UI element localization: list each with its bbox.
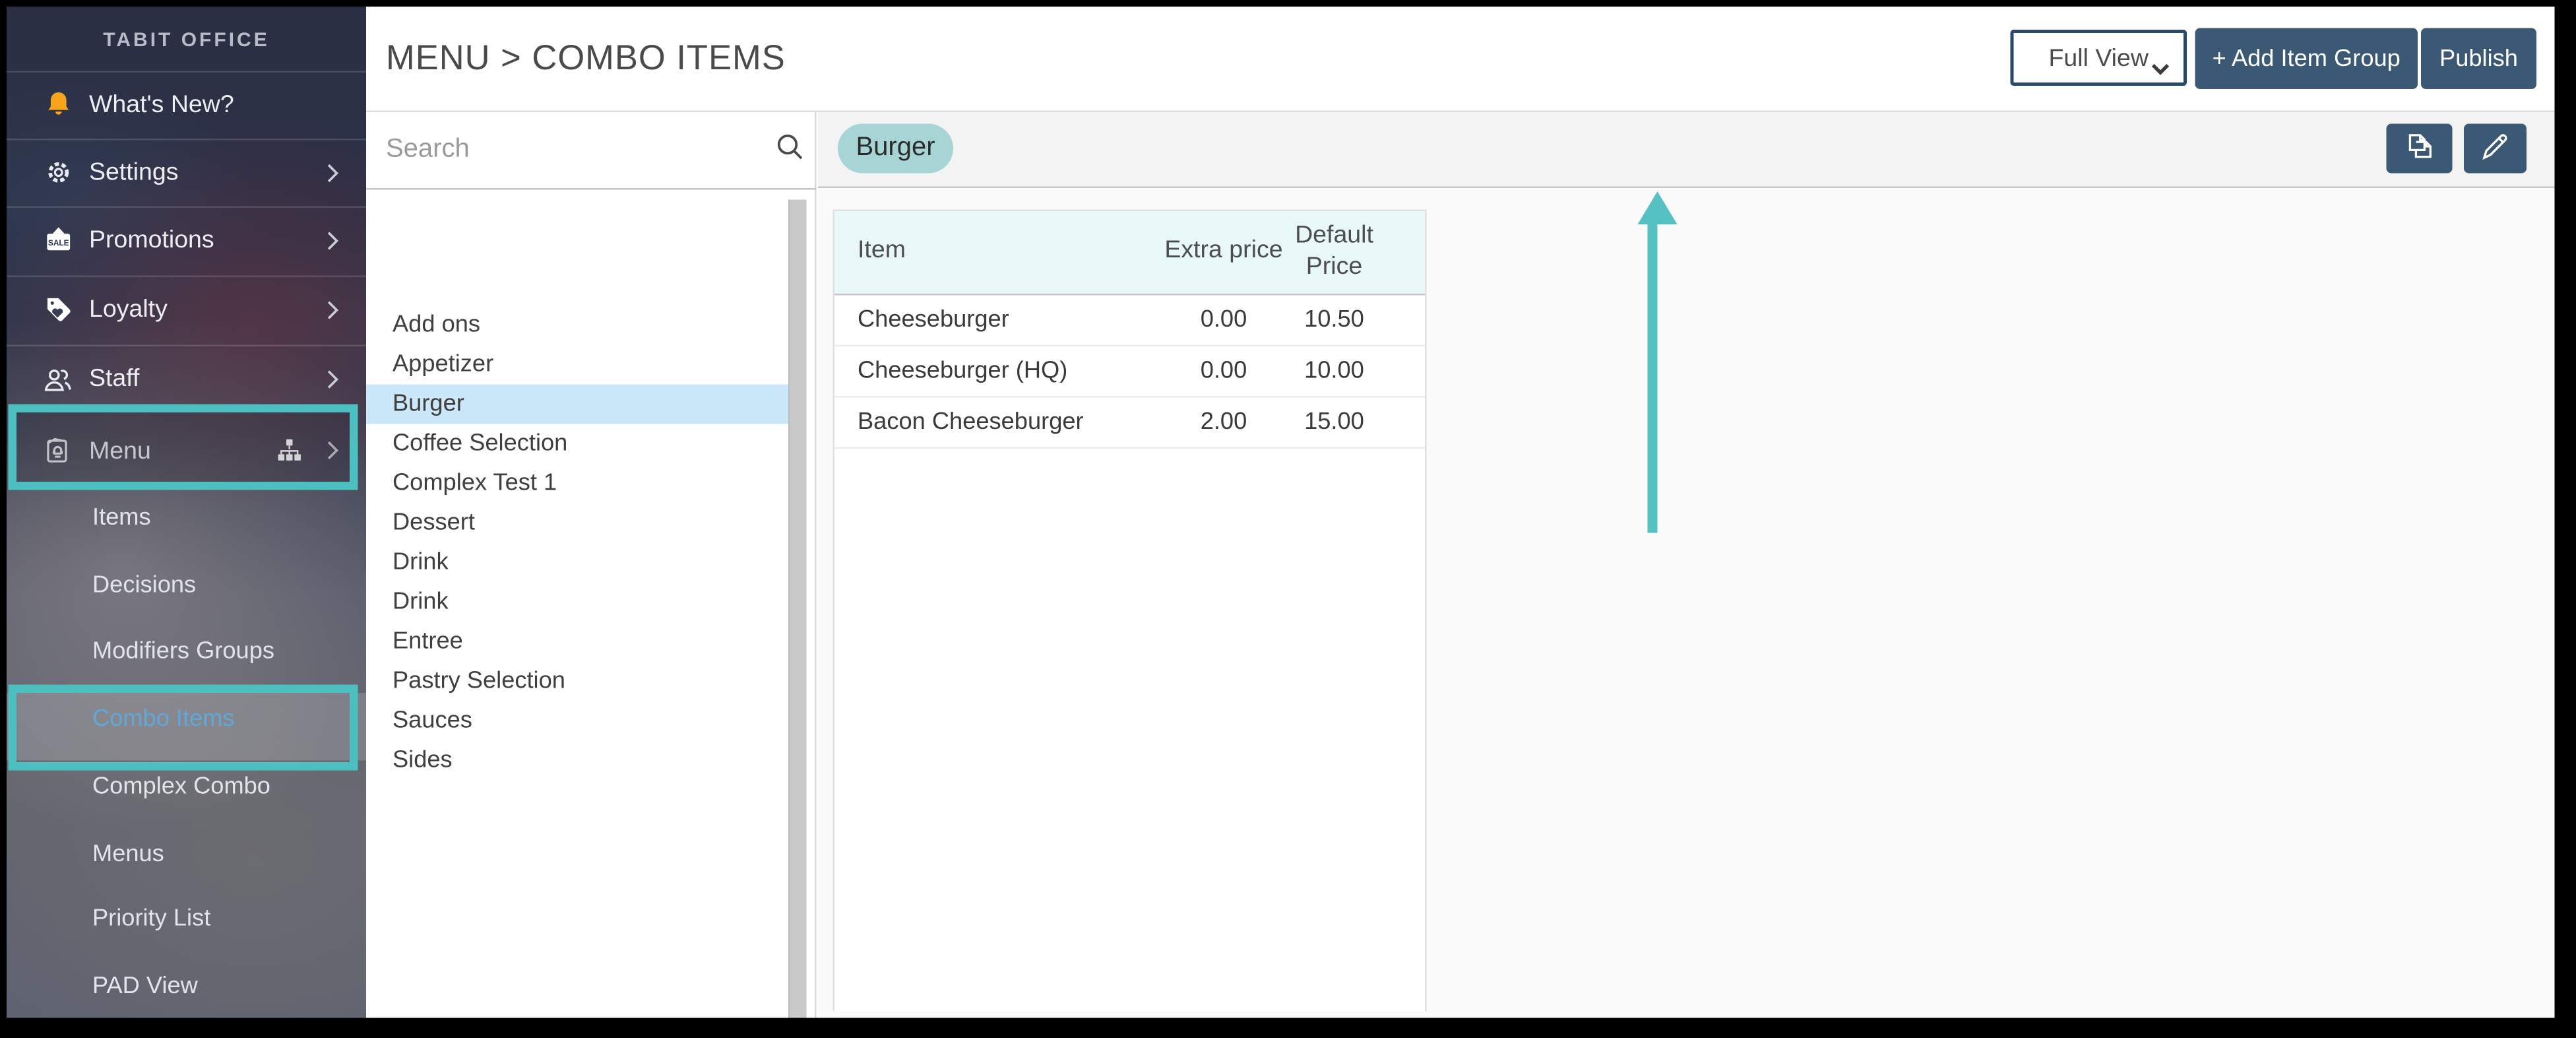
- group-tab-bar: Burger: [818, 112, 2555, 188]
- duplicate-button[interactable]: [2387, 124, 2453, 174]
- extra-price: 0.00: [1164, 294, 1283, 345]
- default-price: 10.00: [1283, 345, 1385, 397]
- sale-sign-icon: SALE: [42, 224, 75, 257]
- search-input[interactable]: [386, 125, 749, 175]
- gear-icon: [42, 156, 75, 189]
- breadcrumb: MENU > COMBO ITEMS: [386, 7, 786, 112]
- category-item[interactable]: Appetizer: [366, 345, 788, 385]
- category-item[interactable]: Coffee Selection: [366, 424, 788, 464]
- category-item[interactable]: Drink: [366, 543, 788, 583]
- sitemap-icon: [276, 436, 304, 465]
- category-item-selected[interactable]: Burger: [366, 385, 788, 424]
- extra-price: 0.00: [1164, 345, 1283, 397]
- category-item[interactable]: Complex Test 1: [366, 464, 788, 503]
- chevron-down-icon: [2151, 55, 2170, 83]
- page-header: MENU > COMBO ITEMS Full View + Add Item …: [366, 7, 2555, 112]
- sidebar-item-pad-view[interactable]: PAD View: [7, 967, 366, 1006]
- divider: [366, 188, 817, 190]
- category-item[interactable]: Sides: [366, 741, 788, 781]
- brand-title: TABIT OFFICE: [7, 7, 366, 71]
- category-item[interactable]: Sauces: [366, 701, 788, 741]
- staff-people-icon: [42, 362, 75, 395]
- sidebar-item-items[interactable]: Items: [7, 498, 366, 538]
- view-mode-value: Full View: [2049, 44, 2149, 72]
- column-header-extra-price: Extra price: [1164, 211, 1283, 294]
- combo-items-table: Item Extra price Default Price Cheesebur…: [833, 210, 1427, 1012]
- chevron-right-icon: [325, 439, 340, 461]
- app-root: TABIT OFFICE What's New? Settings SALE: [0, 0, 2576, 1038]
- sidebar-item-menu[interactable]: Menu: [7, 412, 366, 488]
- sidebar-item-modifiers-groups[interactable]: Modifiers Groups: [7, 632, 366, 672]
- bell-icon: [42, 88, 75, 121]
- category-item[interactable]: Pastry Selection: [366, 662, 788, 701]
- category-item[interactable]: Dessert: [366, 503, 788, 543]
- category-item[interactable]: Drink: [366, 583, 788, 622]
- item-name: Bacon Cheeseburger: [834, 396, 1164, 447]
- sidebar-item-whats-new[interactable]: What's New?: [7, 71, 366, 139]
- group-chip-burger[interactable]: Burger: [838, 124, 953, 174]
- add-item-group-button[interactable]: + Add Item Group: [2195, 28, 2418, 90]
- chevron-right-icon: [325, 368, 340, 390]
- sidebar-item-staff[interactable]: Staff: [7, 345, 366, 413]
- sidebar-item-loyalty[interactable]: Loyalty: [7, 276, 366, 344]
- sidebar: TABIT OFFICE What's New? Settings SALE: [7, 7, 366, 1018]
- loyalty-tag-icon: [42, 293, 75, 326]
- search-icon: [774, 131, 807, 172]
- table-row[interactable]: Bacon Cheeseburger 2.00 15.00: [834, 396, 1425, 447]
- chevron-right-icon: [325, 230, 340, 251]
- view-mode-select[interactable]: Full View: [2011, 30, 2187, 86]
- chevron-right-icon: [325, 162, 340, 183]
- table-header: Item Extra price Default Price: [834, 211, 1425, 294]
- item-name: Cheeseburger (HQ): [834, 345, 1164, 397]
- category-item[interactable]: Add ons: [366, 306, 788, 345]
- chevron-right-icon: [325, 299, 340, 321]
- item-name: Cheeseburger: [834, 294, 1164, 345]
- publish-button[interactable]: Publish: [2421, 28, 2536, 90]
- copy-icon: [2402, 129, 2437, 168]
- sidebar-item-label: Settings: [89, 158, 179, 187]
- sidebar-item-menus[interactable]: Menus: [7, 835, 366, 874]
- sidebar-item-settings[interactable]: Settings: [7, 139, 366, 207]
- column-header-default-price: Default Price: [1283, 211, 1385, 294]
- sidebar-item-label: Promotions: [89, 226, 214, 255]
- category-item[interactable]: Entree: [366, 622, 788, 662]
- arrow-shaft: [1648, 223, 1658, 533]
- app-frame: TABIT OFFICE What's New? Settings SALE: [7, 7, 2555, 1018]
- extra-price: 2.00: [1164, 396, 1283, 447]
- column-header-item: Item: [834, 211, 1164, 294]
- menu-board-icon: [42, 434, 75, 467]
- pencil-icon: [2479, 129, 2512, 168]
- sidebar-item-priority-list[interactable]: Priority List: [7, 899, 366, 939]
- svg-text:SALE: SALE: [47, 238, 69, 247]
- main-content: Burger Item Extra price Default: [818, 112, 2555, 1018]
- sidebar-item-promotions[interactable]: SALE Promotions: [7, 207, 366, 275]
- category-list-scrollbar[interactable]: [788, 200, 807, 1018]
- table-row[interactable]: Cheeseburger 0.00 10.50: [834, 294, 1425, 345]
- sidebar-item-label: What's New?: [89, 91, 234, 119]
- edit-button[interactable]: [2464, 124, 2527, 174]
- sidebar-item-decisions[interactable]: Decisions: [7, 566, 366, 606]
- table-row[interactable]: Cheeseburger (HQ) 0.00 10.00: [834, 345, 1425, 397]
- default-price: 10.50: [1283, 294, 1385, 345]
- sidebar-item-label: Menu: [89, 436, 151, 465]
- arrow-head: [1638, 191, 1678, 224]
- sidebar-item-label: Staff: [89, 365, 139, 393]
- sidebar-item-complex-combo[interactable]: Complex Combo: [7, 767, 366, 807]
- default-price: 15.00: [1283, 396, 1385, 447]
- category-panel: Add ons Appetizer Burger Coffee Selectio…: [366, 112, 817, 1018]
- sidebar-item-label: Loyalty: [89, 296, 168, 324]
- sidebar-item-combo-items[interactable]: Combo Items: [7, 699, 366, 739]
